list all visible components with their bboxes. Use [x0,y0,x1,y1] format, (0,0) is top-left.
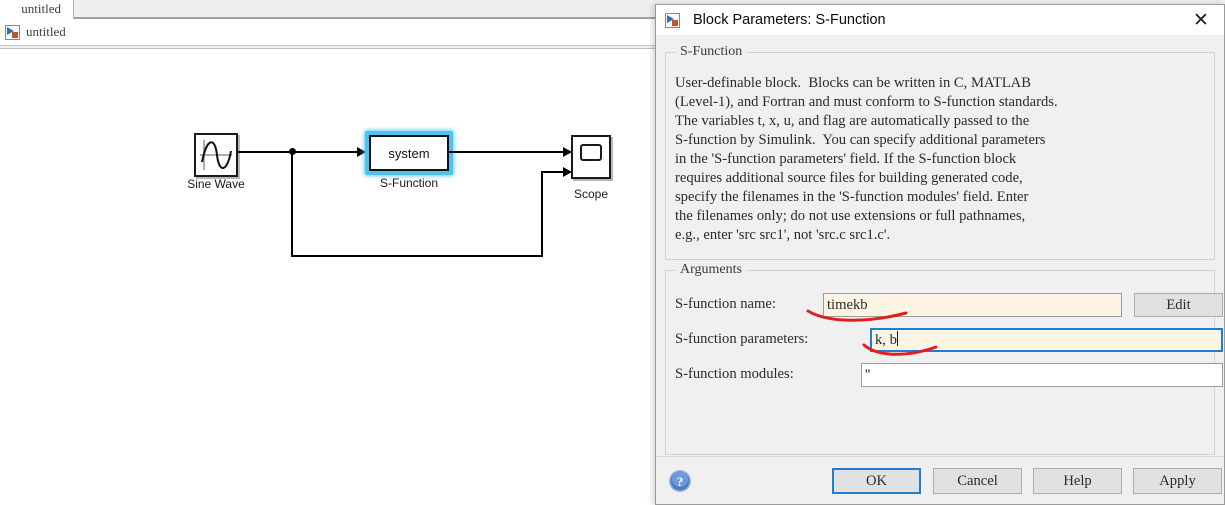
dialog-titlebar: Block Parameters: S-Function ✕ [656,5,1224,35]
cancel-button[interactable]: Cancel [933,468,1022,494]
edit-button[interactable]: Edit [1134,293,1223,317]
block-s-function-text: system [388,145,430,161]
block-scope[interactable] [571,135,611,179]
block-sine-wave[interactable] [194,133,238,177]
close-icon[interactable]: ✕ [1178,5,1224,35]
block-s-function[interactable]: system [369,135,449,171]
breadcrumb-item-untitled[interactable]: untitled [26,24,66,40]
group-s-function: S-Function User-definable block. Blocks … [665,44,1215,260]
row-s-function-parameters: S-function parameters: k, b [666,328,1223,352]
wire-branch-vertical-right [541,171,543,257]
s-function-description: User-definable block. Blocks can be writ… [675,75,1058,243]
group-title-s-function: S-Function [675,44,748,60]
text-caret [896,331,898,346]
svg-text:?: ? [677,474,684,489]
help-circle-icon[interactable]: ? [668,469,692,493]
wire-sfunction-to-scope [449,151,565,153]
sine-wave-icon [200,140,232,170]
label-s-function-parameters: S-function parameters: [675,331,809,347]
block-parameters-dialog: Block Parameters: S-Function ✕ S-Functio… [655,4,1225,505]
simulink-model-icon [665,12,680,28]
s-function-name-input[interactable]: timekb [823,293,1122,317]
row-s-function-modules: S-function modules: '' [666,363,1223,387]
block-label-sine-wave: Sine Wave [187,177,245,191]
row-s-function-name: S-function name: timekb Edit [666,293,1223,317]
dialog-title: Block Parameters: S-Function [693,12,886,28]
help-button[interactable]: Help [1033,468,1122,494]
wire-branch-to-scope-input2 [541,171,565,173]
apply-button[interactable]: Apply [1133,468,1222,494]
ok-button[interactable]: OK [832,468,921,494]
s-function-parameters-input[interactable]: k, b [870,328,1223,352]
group-title-arguments: Arguments [675,262,747,278]
tab-untitled[interactable]: untitled [0,0,74,19]
s-function-name-value: timekb [827,297,868,313]
wire-branch-vertical-left [291,151,293,257]
block-label-scope: Scope [573,187,609,201]
label-s-function-name: S-function name: [675,296,776,312]
block-label-s-function: S-Function [379,176,439,190]
group-arguments: Arguments S-function name: timekb Edit S… [665,262,1223,455]
wire-sine-to-sfunction [238,151,365,153]
s-function-modules-input[interactable]: '' [861,363,1223,387]
s-function-modules-value: '' [865,367,871,383]
label-s-function-modules: S-function modules: [675,366,794,382]
dialog-footer: ? OK Cancel Help Apply [656,456,1224,504]
simulink-model-icon [5,24,20,40]
s-function-parameters-value: k, b [875,332,897,348]
wire-branch-horizontal [291,255,543,257]
scope-screen-icon [580,144,602,161]
